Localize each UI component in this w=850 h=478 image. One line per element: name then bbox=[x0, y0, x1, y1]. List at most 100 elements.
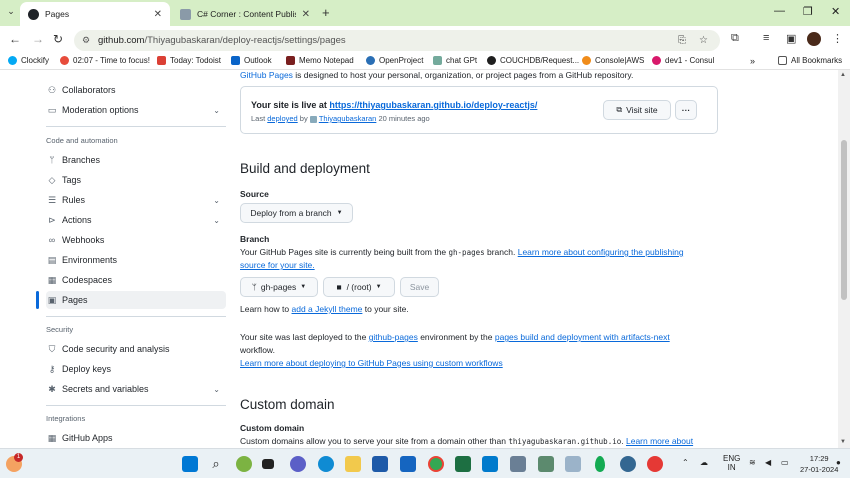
workflow-link[interactable]: pages build and deployment with artifact… bbox=[495, 332, 670, 342]
sidebar-item-webhooks[interactable]: ∞ Webhooks bbox=[46, 231, 226, 249]
sidebar-item-secrets[interactable]: ✱ Secrets and variables ⌄ bbox=[46, 380, 226, 398]
edge-icon[interactable] bbox=[318, 456, 334, 472]
environment-link[interactable]: github-pages bbox=[369, 332, 418, 342]
chevron-down-icon: ⌄ bbox=[213, 195, 220, 205]
bookmark-memo-notepad[interactable]: Memo Notepad bbox=[286, 56, 354, 65]
chevron-up-icon[interactable]: ⌃ bbox=[682, 458, 689, 467]
sidebar-item-github-apps[interactable]: ▦ GitHub Apps bbox=[46, 429, 226, 447]
cloud-icon[interactable]: ☁ bbox=[700, 458, 708, 467]
custom-domain-heading: Custom domain bbox=[240, 397, 335, 412]
vscode-icon[interactable] bbox=[482, 456, 498, 472]
deployed-link[interactable]: deployed bbox=[267, 114, 297, 123]
minimize-icon[interactable]: — bbox=[774, 5, 785, 17]
live-site-link[interactable]: https://thiyagubaskaran.github.io/deploy… bbox=[329, 100, 537, 110]
system-clock[interactable]: 17:29 27-01-2024 bbox=[800, 453, 838, 475]
store-icon[interactable] bbox=[372, 456, 388, 472]
bookmark-star-icon[interactable]: ☆ bbox=[699, 35, 708, 46]
new-tab-button[interactable]: + bbox=[322, 5, 330, 20]
install-app-icon[interactable]: ⎘ bbox=[678, 35, 686, 46]
all-bookmarks[interactable]: All Bookmarks bbox=[778, 56, 842, 65]
bookmark-todoist[interactable]: Today: Todoist bbox=[157, 56, 221, 65]
battery-icon[interactable]: ▭ bbox=[781, 458, 789, 467]
menu-icon[interactable]: ⋮ bbox=[832, 32, 843, 45]
bookmark-openproject[interactable]: OpenProject bbox=[366, 56, 423, 65]
teams-icon[interactable] bbox=[290, 456, 306, 472]
sidebar-item-branches[interactable]: ᛘ Branches bbox=[46, 151, 226, 169]
user-link[interactable]: Thiyagubaskaran bbox=[319, 114, 377, 123]
mail-icon[interactable] bbox=[400, 456, 416, 472]
sidebar-item-code-security[interactable]: ⛉ Code security and analysis bbox=[46, 340, 226, 358]
apps-icon: ▦ bbox=[47, 432, 57, 443]
url-text: github.com/Thiyagubaskaran/deploy-reactj… bbox=[98, 35, 346, 46]
close-window-icon[interactable]: ✕ bbox=[831, 5, 840, 18]
sidebar-item-pages[interactable]: ▣ Pages bbox=[46, 291, 226, 309]
sidebar-divider bbox=[46, 405, 226, 406]
widgets-icon[interactable] bbox=[236, 456, 252, 472]
bookmarks-overflow-icon[interactable]: » bbox=[750, 56, 755, 66]
address-bar[interactable]: ⚙ github.com/Thiyagubaskaran/deploy-reac… bbox=[74, 30, 720, 51]
bookmark-focus[interactable]: 02:07 - Time to focus! bbox=[60, 56, 150, 65]
reload-icon[interactable]: ↻ bbox=[53, 32, 63, 46]
close-icon[interactable]: ✕ bbox=[154, 9, 162, 20]
sidebar-item-actions[interactable]: ⊳ Actions ⌄ bbox=[46, 211, 226, 229]
forward-icon[interactable]: → bbox=[32, 32, 44, 46]
search-icon[interactable]: ⌕ bbox=[208, 456, 224, 472]
custom-domain-learn-link[interactable]: Learn more about bbox=[626, 436, 693, 446]
notification-bell-icon[interactable]: ● bbox=[836, 458, 841, 467]
bookmark-outlook[interactable]: Outlook bbox=[231, 56, 272, 65]
site-info-icon[interactable]: ⚙ bbox=[82, 35, 90, 46]
mongodb-icon[interactable] bbox=[595, 456, 605, 472]
side-panel-icon[interactable]: ▣ bbox=[786, 32, 796, 45]
excel-icon[interactable] bbox=[455, 456, 471, 472]
scroll-up-icon[interactable]: ▲ bbox=[840, 72, 846, 78]
app-icon[interactable] bbox=[510, 456, 526, 472]
branch-select[interactable]: ᛘ gh-pages ▼ bbox=[240, 277, 318, 297]
close-icon[interactable]: ✕ bbox=[302, 9, 310, 20]
back-icon[interactable]: ← bbox=[9, 32, 21, 46]
page-scrollbar[interactable]: ▲ ▼ bbox=[838, 70, 850, 448]
bookmark-couchdb[interactable]: COUCHDB/Request... bbox=[487, 56, 579, 65]
media-icon[interactable]: ≡ bbox=[763, 32, 769, 44]
windows-start-icon[interactable] bbox=[182, 456, 198, 472]
folder-select[interactable]: ■ / (root) ▼ bbox=[323, 277, 395, 297]
photos-icon[interactable] bbox=[565, 456, 581, 472]
sidebar-item-moderation[interactable]: ▭ Moderation options ⌄ bbox=[46, 101, 226, 119]
github-pages-link[interactable]: GitHub Pages bbox=[240, 70, 293, 80]
maximize-icon[interactable]: ❐ bbox=[803, 5, 813, 18]
tab-csharp-corner[interactable]: C# Corner : Content Publisher ✕ bbox=[172, 2, 318, 26]
sidebar-item-tags[interactable]: ◇ Tags bbox=[46, 171, 226, 189]
github-icon bbox=[28, 8, 39, 20]
postgres-icon[interactable] bbox=[620, 456, 636, 472]
profile-avatar[interactable] bbox=[807, 32, 821, 46]
scroll-down-icon[interactable]: ▼ bbox=[840, 439, 846, 445]
file-explorer-icon[interactable] bbox=[345, 456, 361, 472]
task-view-icon[interactable] bbox=[262, 459, 274, 469]
chevron-down-icon: ⌄ bbox=[213, 384, 220, 394]
source-select[interactable]: Deploy from a branch ▼ bbox=[240, 203, 353, 223]
scroll-thumb[interactable] bbox=[841, 140, 847, 300]
bookmark-clockify[interactable]: Clockify bbox=[8, 56, 49, 65]
visit-site-button[interactable]: ⧉ Visit site bbox=[603, 100, 671, 120]
save-button[interactable]: Save bbox=[400, 277, 439, 297]
bookmark-aws[interactable]: Console|AWS bbox=[582, 56, 644, 65]
volume-icon[interactable]: ◀ bbox=[765, 458, 771, 467]
language-indicator[interactable]: ENG IN bbox=[723, 454, 740, 472]
more-options-button[interactable]: ··· bbox=[675, 100, 697, 120]
bookmark-chatgpt[interactable]: chat GPt bbox=[433, 56, 477, 65]
sidebar-item-rules[interactable]: ☰ Rules ⌄ bbox=[46, 191, 226, 209]
tab-search-icon[interactable]: ⌄ bbox=[4, 6, 18, 20]
sidebar-item-environments[interactable]: ▤ Environments bbox=[46, 251, 226, 269]
bookmark-consul[interactable]: dev1 - Consul bbox=[652, 56, 714, 65]
app-icon[interactable] bbox=[538, 456, 554, 472]
custom-workflows-link[interactable]: Learn more about deploying to GitHub Pag… bbox=[240, 358, 503, 368]
jekyll-theme-link[interactable]: add a Jekyll theme bbox=[292, 304, 363, 314]
extensions-icon[interactable]: ⧉ bbox=[731, 32, 739, 45]
app-icon[interactable] bbox=[647, 456, 663, 472]
wifi-icon[interactable]: ≋ bbox=[749, 458, 756, 467]
sidebar-item-codespaces[interactable]: ▦ Codespaces bbox=[46, 271, 226, 289]
chrome-icon[interactable] bbox=[428, 456, 444, 472]
sidebar-divider bbox=[46, 316, 226, 317]
tab-pages[interactable]: Pages ✕ bbox=[20, 2, 170, 26]
sidebar-item-deploy-keys[interactable]: ⚷ Deploy keys bbox=[46, 360, 226, 378]
sidebar-item-collaborators[interactable]: ⚇ Collaborators bbox=[46, 81, 226, 99]
